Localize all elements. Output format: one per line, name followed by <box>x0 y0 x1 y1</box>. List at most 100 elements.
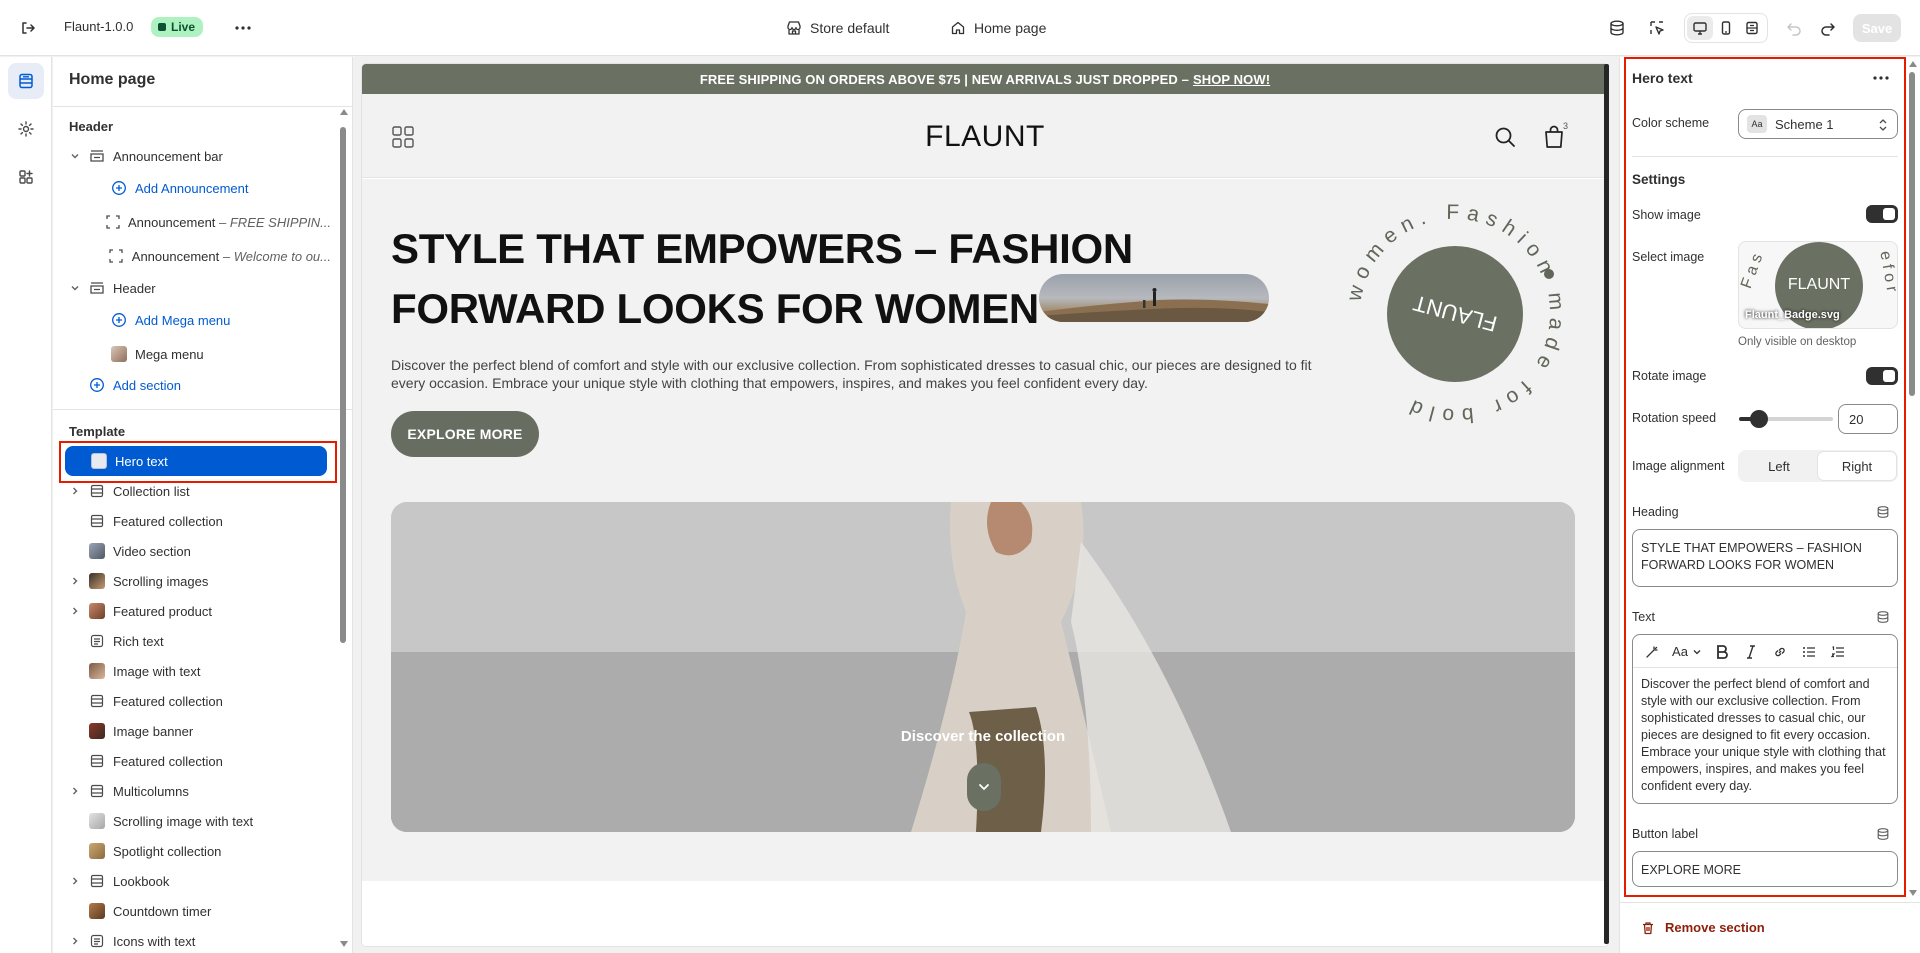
sidebar-item-label: Header <box>113 280 156 296</box>
home-icon <box>951 21 965 35</box>
sidebar-item-lookbook[interactable]: Lookbook <box>61 866 331 896</box>
undo-icon[interactable] <box>1780 14 1808 42</box>
sidebar-item-featured-product[interactable]: Featured product <box>61 596 331 626</box>
desktop-view-icon[interactable] <box>1687 16 1713 40</box>
store-icon <box>787 21 801 35</box>
add-section-link[interactable]: Add section <box>61 370 331 400</box>
section-icon <box>89 693 105 709</box>
image-thumbnail <box>89 903 105 919</box>
sidebar-item-mega-menu[interactable]: Mega menu <box>61 339 331 369</box>
sidebar-item-label: Announcement bar <box>113 148 223 164</box>
page-selector[interactable]: Home page <box>950 16 1046 40</box>
sections-icon[interactable] <box>8 63 44 99</box>
fullscreen-view-icon[interactable] <box>1739 16 1765 40</box>
sidebar-item-scrolling-images[interactable]: Scrolling images <box>61 566 331 596</box>
chevron-right-icon[interactable] <box>67 483 83 499</box>
icon-rail <box>0 57 52 953</box>
image-thumbnail <box>89 663 105 679</box>
chevron-right-icon[interactable] <box>67 933 83 949</box>
sidebar-title: Home page <box>69 71 156 88</box>
add-mega-menu-link[interactable]: Add Mega menu <box>61 305 331 335</box>
scroll-down-icon[interactable] <box>1909 890 1917 896</box>
announcement-text: FREE SHIPPING ON ORDERS ABOVE $75 | NEW … <box>699 71 1189 87</box>
inspector-icon[interactable] <box>1643 14 1671 42</box>
selection-highlight <box>59 441 337 483</box>
chevron-right-icon[interactable] <box>67 873 83 889</box>
featured-image-banner[interactable]: Discover the collection <box>391 502 1575 832</box>
sidebar-item-label: Scrolling images <box>113 573 209 589</box>
section-icon <box>89 483 105 499</box>
sidebar-scrollbar[interactable] <box>340 127 346 643</box>
sidebar-item-label: Featured collection <box>113 513 223 529</box>
hero-text-section[interactable]: STYLE THAT EMPOWERS – FASHION FORWARD LO… <box>362 179 1608 881</box>
live-dot-icon <box>158 23 166 31</box>
search-icon[interactable] <box>1494 126 1516 148</box>
template-group-heading: Template <box>69 424 126 439</box>
section-icon <box>89 873 105 889</box>
chevron-right-icon[interactable] <box>67 573 83 589</box>
theme-settings-icon[interactable] <box>8 111 44 147</box>
more-actions-icon[interactable] <box>229 14 257 42</box>
sidebar-item-label: Announcement <box>131 248 220 264</box>
top-bar: Flaunt-1.0.0 Live Store default Home pag… <box>0 0 1920 56</box>
scroll-up-icon[interactable] <box>1909 61 1917 67</box>
image-thumbnail <box>89 723 105 739</box>
store-logo[interactable]: FLAUNT <box>362 120 1608 154</box>
scroll-down-button[interactable] <box>967 763 1001 811</box>
chevron-down-icon <box>979 784 989 791</box>
sidebar-item-header[interactable]: Header <box>61 273 331 303</box>
chevron-right-icon[interactable] <box>67 603 83 619</box>
save-button[interactable]: Save <box>1853 14 1901 42</box>
sidebar-item-icons-with-text[interactable]: Icons with text <box>61 926 331 953</box>
section-sidebar: Home page Header Announcement bar Add An… <box>53 57 353 953</box>
chevron-right-icon[interactable] <box>67 783 83 799</box>
sidebar-item-countdown-timer[interactable]: Countdown timer <box>61 896 331 926</box>
sidebar-item-image-with-text[interactable]: Image with text <box>61 656 331 686</box>
sidebar-item-label: Image banner <box>113 723 194 739</box>
sidebar-item-label: Image with text <box>113 663 201 679</box>
sidebar-item-label: Scrolling image with text <box>113 813 254 829</box>
sidebar-item-announcement[interactable]: Announcement – Welcome to ou... <box>61 241 331 271</box>
text-section-icon <box>89 933 105 949</box>
sidebar-item-label: Announcement <box>127 214 216 230</box>
sidebar-item-video-section[interactable]: Video section <box>61 536 331 566</box>
sidebar-item-label: Rich text <box>113 633 164 649</box>
sidebar-item-featured-collection[interactable]: Featured collection <box>61 506 331 536</box>
hero-paragraph: Discover the perfect blend of comfort an… <box>391 357 1312 391</box>
explore-more-button[interactable]: EXPLORE MORE <box>391 411 539 457</box>
scroll-down-icon[interactable] <box>340 941 348 947</box>
sidebar-item-detail: – Welcome to ou... <box>219 248 331 264</box>
sidebar-item-spotlight-collection[interactable]: Spotlight collection <box>61 836 331 866</box>
section-icon <box>89 783 105 799</box>
sidebar-item-scrolling-image-with-text[interactable]: Scrolling image with text <box>61 806 331 836</box>
divider <box>53 409 352 410</box>
sidebar-item-featured-collection[interactable]: Featured collection <box>61 746 331 776</box>
cart-count: 3 <box>1563 121 1569 131</box>
panel-scrollbar[interactable] <box>1909 72 1915 396</box>
sidebar-item-label: Featured collection <box>113 753 223 769</box>
chevron-down-icon[interactable] <box>67 148 83 164</box>
app-embeds-icon[interactable] <box>8 159 44 195</box>
sidebar-item-featured-collection[interactable]: Featured collection <box>61 686 331 716</box>
mobile-view-icon[interactable] <box>1713 16 1739 40</box>
selection-highlight <box>1624 57 1906 897</box>
add-announcement-link[interactable]: Add Announcement <box>61 173 331 203</box>
sidebar-item-announcement-bar[interactable]: Announcement bar <box>61 141 331 171</box>
announcement-link[interactable]: SHOP NOW! <box>1193 72 1270 87</box>
chevron-down-icon[interactable] <box>67 280 83 296</box>
remove-section-button[interactable]: Remove section <box>1641 920 1765 935</box>
sidebar-item-announcement[interactable]: Announcement – FREE SHIPPIN... <box>61 207 331 237</box>
exit-icon[interactable] <box>14 14 42 42</box>
block-icon <box>109 248 124 264</box>
sidebar-item-rich-text[interactable]: Rich text <box>61 626 331 656</box>
database-icon[interactable] <box>1603 14 1631 42</box>
sidebar-item-multicolumns[interactable]: Multicolumns <box>61 776 331 806</box>
scroll-up-icon[interactable] <box>340 109 348 115</box>
preview-scrollbar[interactable] <box>1604 64 1609 944</box>
store-selector[interactable]: Store default <box>786 16 889 40</box>
sidebar-item-label: Collection list <box>113 483 190 499</box>
redo-icon[interactable] <box>1814 14 1842 42</box>
sidebar-item-image-banner[interactable]: Image banner <box>61 716 331 746</box>
announcement-bar[interactable]: FREE SHIPPING ON ORDERS ABOVE $75 | NEW … <box>362 64 1608 94</box>
block-icon <box>106 214 120 230</box>
